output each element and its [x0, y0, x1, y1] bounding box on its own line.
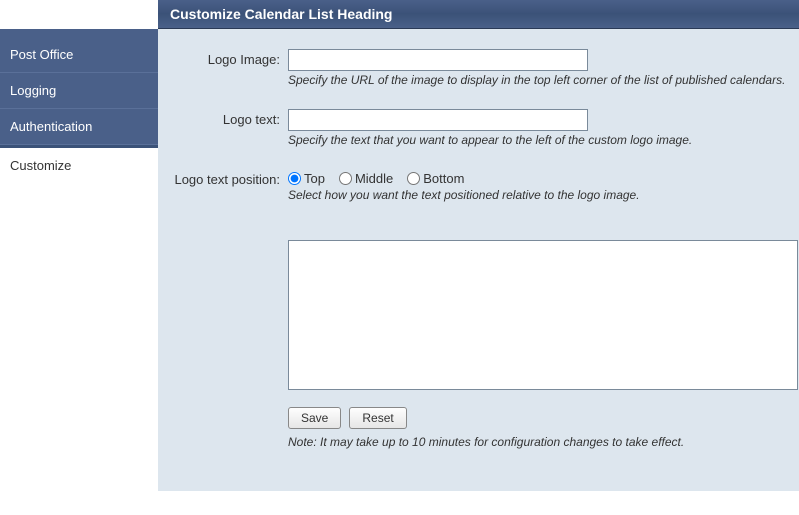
radio-option-top[interactable]: Top	[288, 171, 325, 186]
logo-image-label: Logo Image:	[158, 49, 288, 67]
radio-top[interactable]	[288, 172, 301, 185]
logo-position-radio-group: Top Middle Bottom	[288, 169, 798, 186]
logo-position-help: Select how you want the text positioned …	[288, 188, 798, 202]
logo-text-label: Logo text:	[158, 109, 288, 127]
reset-button[interactable]: Reset	[349, 407, 406, 429]
config-note: Note: It may take up to 10 minutes for c…	[288, 435, 798, 449]
logo-text-help: Specify the text that you want to appear…	[288, 133, 798, 147]
save-button[interactable]: Save	[288, 407, 341, 429]
radio-middle[interactable]	[339, 172, 352, 185]
radio-middle-label: Middle	[355, 171, 393, 186]
sidebar-item-authentication[interactable]: Authentication	[0, 109, 158, 145]
radio-top-label: Top	[304, 171, 325, 186]
main-content: Logo Image: Specify the URL of the image…	[158, 29, 799, 491]
radio-bottom[interactable]	[407, 172, 420, 185]
logo-image-help: Specify the URL of the image to display …	[288, 73, 798, 87]
logo-image-input[interactable]	[288, 49, 588, 71]
sidebar-item-logging[interactable]: Logging	[0, 73, 158, 109]
radio-option-middle[interactable]: Middle	[339, 171, 393, 186]
radio-option-bottom[interactable]: Bottom	[407, 171, 464, 186]
sidebar-item-post-office[interactable]: Post Office	[0, 29, 158, 73]
sidebar: Post Office Logging Authentication Custo…	[0, 29, 158, 491]
radio-bottom-label: Bottom	[423, 171, 464, 186]
logo-text-input[interactable]	[288, 109, 588, 131]
logo-position-label: Logo text position:	[158, 169, 288, 187]
page-title: Customize Calendar List Heading	[158, 0, 799, 29]
content-textarea[interactable]	[288, 240, 798, 390]
sidebar-item-customize[interactable]: Customize	[0, 145, 158, 183]
